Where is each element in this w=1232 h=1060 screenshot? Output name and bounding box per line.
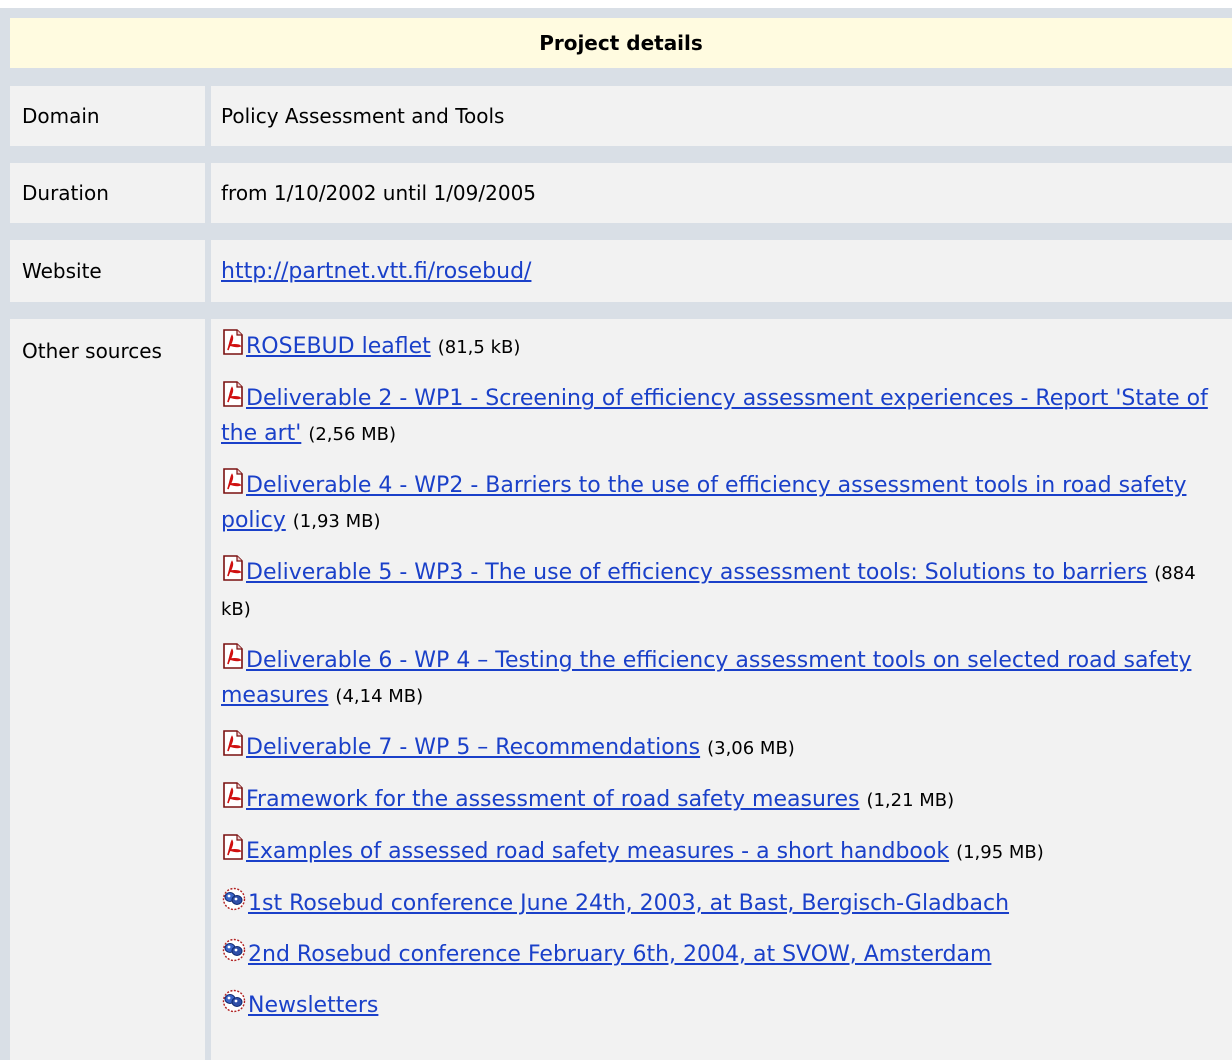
other-sources-cell: ROSEBUD leaflet (81,5 kB) Deliverable 2 -… [211, 319, 1232, 1060]
source-item: Framework for the assessment of road saf… [221, 782, 1218, 818]
file-size: (1,93 MB) [292, 511, 381, 532]
sources-list: ROSEBUD leaflet (81,5 kB) Deliverable 2 -… [221, 319, 1218, 1023]
source-item: Deliverable 5 - WP3 - The use of efficie… [221, 555, 1218, 627]
source-item: ROSEBUD leaflet (81,5 kB) [221, 329, 1218, 365]
source-link[interactable]: ROSEBUD leaflet [246, 334, 431, 359]
website-label: Website [10, 240, 205, 302]
web-link-icon [221, 938, 247, 962]
pdf-icon [221, 555, 245, 581]
pdf-icon [221, 730, 245, 756]
source-link[interactable]: Deliverable 5 - WP3 - The use of efficie… [246, 560, 1147, 585]
source-link[interactable]: Framework for the assessment of road saf… [246, 787, 859, 812]
domain-value: Policy Assessment and Tools [211, 86, 1232, 146]
source-link[interactable]: 2nd Rosebud conference February 6th, 200… [248, 942, 991, 967]
duration-label: Duration [10, 163, 205, 223]
other-sources-label: Other sources [10, 319, 205, 1060]
website-cell: http://partnet.vtt.fi/rosebud/ [211, 240, 1232, 302]
web-link-icon [221, 989, 247, 1013]
pdf-icon [221, 468, 245, 494]
source-item: Deliverable 6 - WP 4 – Testing the effic… [221, 643, 1218, 714]
source-link[interactable]: Examples of assessed road safety measure… [246, 839, 949, 864]
file-size: (1,95 MB) [956, 842, 1044, 863]
pdf-icon [221, 782, 245, 808]
file-size: (3,06 MB) [707, 738, 795, 759]
duration-value: from 1/10/2002 until 1/09/2005 [211, 163, 1232, 223]
source-item: Deliverable 2 - WP1 - Screening of effic… [221, 381, 1218, 452]
source-link[interactable]: 1st Rosebud conference June 24th, 2003, … [248, 891, 1009, 916]
source-item: 1st Rosebud conference June 24th, 2003, … [221, 886, 1218, 921]
source-item: Deliverable 7 - WP 5 – Recommendations (… [221, 730, 1218, 766]
pdf-icon [221, 381, 245, 407]
table-title: Project details [10, 18, 1232, 68]
source-item: Deliverable 4 - WP2 - Barriers to the us… [221, 468, 1218, 539]
source-item: Newsletters [221, 988, 1218, 1023]
website-link[interactable]: http://partnet.vtt.fi/rosebud/ [221, 259, 531, 284]
pdf-icon [221, 834, 245, 860]
web-link-icon [221, 887, 247, 911]
domain-label: Domain [10, 86, 205, 146]
project-details-table: Project details Domain Policy Assessment… [0, 8, 1232, 1060]
source-item: 2nd Rosebud conference February 6th, 200… [221, 937, 1218, 972]
file-size: (81,5 kB) [437, 337, 521, 358]
file-size: (4,14 MB) [335, 686, 424, 707]
source-item: Examples of assessed road safety measure… [221, 834, 1218, 870]
file-size: (2,56 MB) [308, 424, 397, 445]
pdf-icon [221, 643, 245, 669]
file-size: (1,21 MB) [866, 790, 955, 811]
pdf-icon [221, 329, 245, 355]
source-link[interactable]: Newsletters [248, 993, 378, 1018]
source-link[interactable]: Deliverable 7 - WP 5 – Recommendations [246, 735, 700, 760]
